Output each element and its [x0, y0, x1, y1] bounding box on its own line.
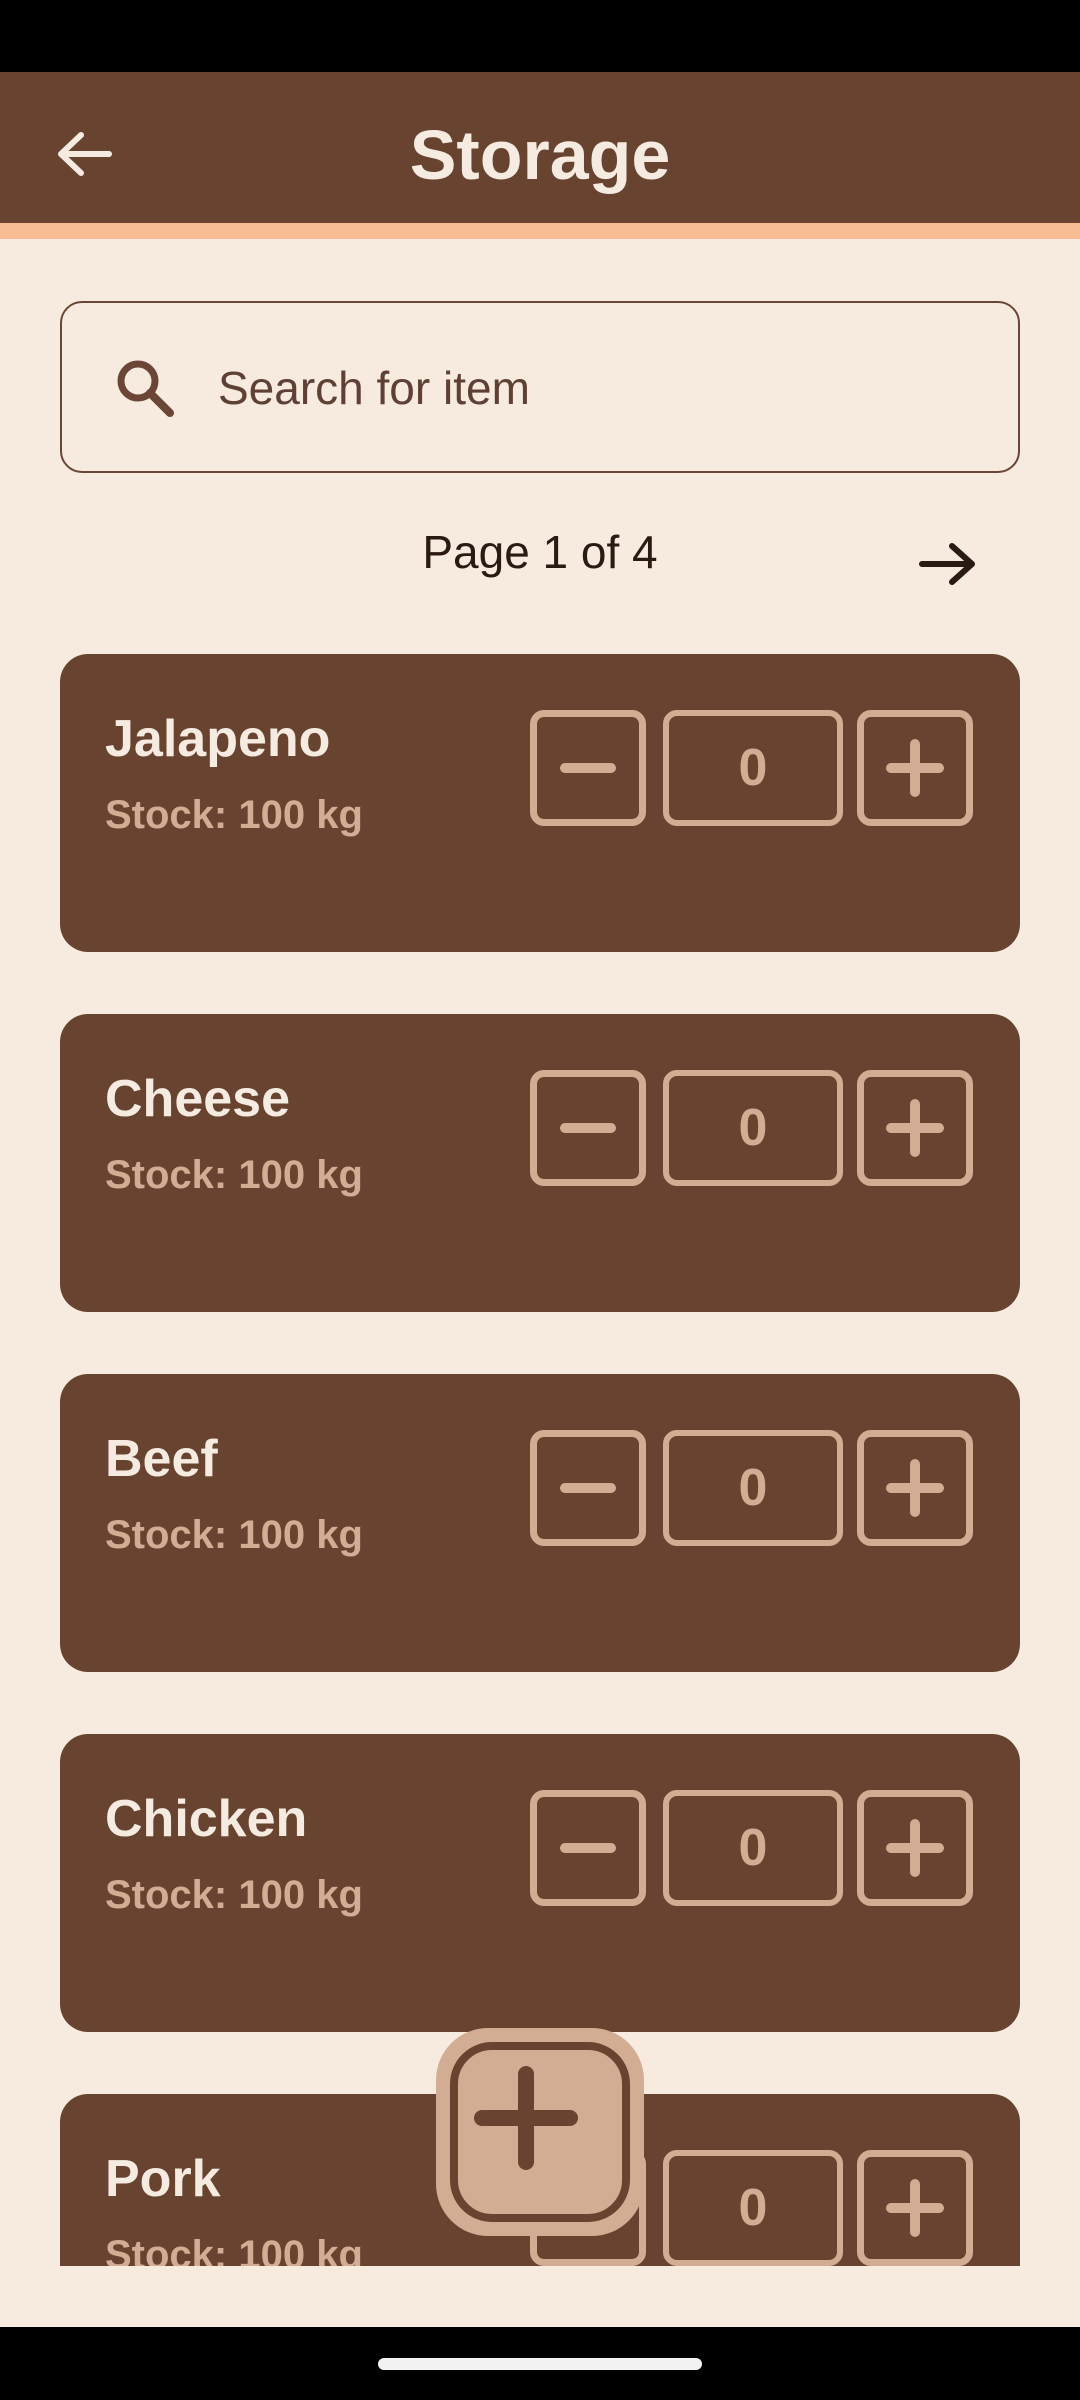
- item-stock: Stock: 100 kg: [105, 1873, 363, 1917]
- item-stock: Stock: 100 kg: [105, 793, 363, 837]
- increase-button[interactable]: [857, 1070, 973, 1186]
- arrow-right-icon: [919, 543, 975, 585]
- search-bar[interactable]: [60, 301, 1020, 473]
- search-input[interactable]: [218, 343, 978, 433]
- minus-icon: [560, 763, 616, 773]
- list-item: Cheese Stock: 100 kg 0: [60, 1014, 1020, 1312]
- quantity-field[interactable]: 0: [663, 1430, 843, 1546]
- list-item: Beef Stock: 100 kg 0: [60, 1374, 1020, 1672]
- add-item-button[interactable]: [436, 2028, 644, 2236]
- navigation-bar: [0, 2327, 1080, 2400]
- status-bar: [0, 0, 1080, 72]
- increase-button[interactable]: [857, 710, 973, 826]
- item-stock: Stock: 100 kg: [105, 1513, 363, 1557]
- minus-icon: [560, 1843, 616, 1853]
- quantity-field[interactable]: 0: [663, 710, 843, 826]
- plus-icon: [886, 739, 944, 797]
- search-icon: [117, 360, 174, 417]
- plus-icon: [886, 1099, 944, 1157]
- plus-icon: [474, 2066, 578, 2170]
- decrease-button[interactable]: [530, 1430, 646, 1546]
- item-name: Jalapeno: [105, 710, 331, 768]
- plus-icon: [886, 1819, 944, 1877]
- decrease-button[interactable]: [530, 710, 646, 826]
- plus-icon: [886, 2179, 944, 2237]
- increase-button[interactable]: [857, 2150, 973, 2266]
- item-name: Chicken: [105, 1790, 308, 1848]
- quantity-field[interactable]: 0: [663, 1070, 843, 1186]
- next-page-button[interactable]: [908, 528, 988, 600]
- item-list[interactable]: Jalapeno Stock: 100 kg 0 Cheese Stock: 1…: [0, 640, 1080, 2266]
- item-stock: Stock: 100 kg: [105, 2233, 363, 2266]
- decrease-button[interactable]: [530, 1070, 646, 1186]
- item-name: Pork: [105, 2150, 221, 2208]
- decrease-button[interactable]: [530, 1790, 646, 1906]
- home-indicator[interactable]: [378, 2358, 702, 2370]
- page-title: Storage: [409, 116, 671, 194]
- increase-button[interactable]: [857, 1790, 973, 1906]
- item-name: Cheese: [105, 1070, 290, 1128]
- item-stock: Stock: 100 kg: [105, 1153, 363, 1197]
- plus-icon: [886, 1459, 944, 1517]
- increase-button[interactable]: [857, 1430, 973, 1546]
- minus-icon: [560, 1123, 616, 1133]
- list-item: Chicken Stock: 100 kg 0: [60, 1734, 1020, 2032]
- minus-icon: [560, 1483, 616, 1493]
- list-item: Jalapeno Stock: 100 kg 0: [60, 654, 1020, 952]
- quantity-field[interactable]: 0: [663, 1790, 843, 1906]
- item-name: Beef: [105, 1430, 218, 1488]
- app-bar-accent: [0, 223, 1080, 239]
- quantity-field[interactable]: 0: [663, 2150, 843, 2266]
